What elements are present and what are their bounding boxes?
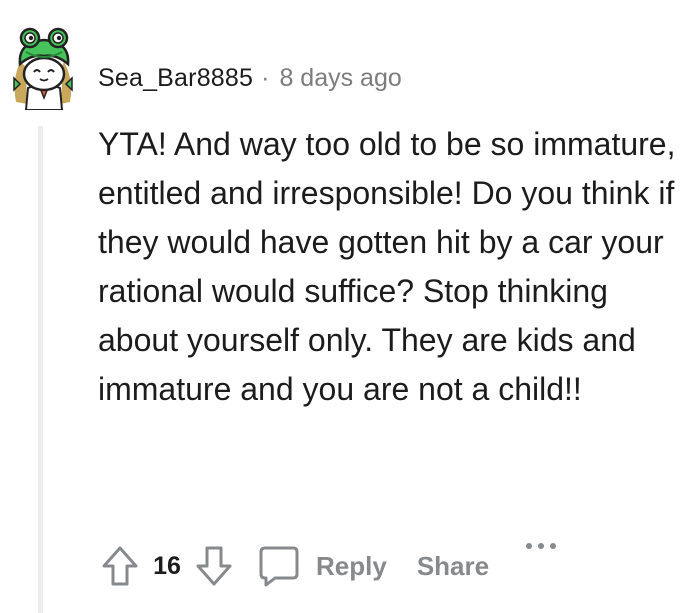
user-avatar[interactable] — [6, 18, 86, 111]
upvote-button[interactable] — [96, 540, 144, 592]
speech-bubble-icon — [256, 543, 302, 589]
thread-collapse-line[interactable] — [38, 126, 43, 613]
comment-action-bar: 16 Reply Share — [96, 540, 561, 592]
vote-score: 16 — [153, 551, 181, 580]
comment-header: Sea_Bar8885 · 8 days ago — [98, 58, 402, 98]
reply-label: Reply — [316, 550, 387, 581]
share-button[interactable]: Share — [417, 551, 489, 582]
ellipsis-icon — [526, 543, 557, 549]
frog-hat-avatar-icon — [13, 27, 73, 111]
reply-button[interactable]: Reply — [256, 543, 387, 589]
comment-body: YTA! And way too old to be so immature, … — [98, 126, 676, 407]
arrow-down-icon — [196, 546, 232, 586]
comment-timestamp[interactable]: 8 days ago — [279, 64, 401, 93]
username-link[interactable]: Sea_Bar8885 — [98, 64, 253, 93]
share-label: Share — [416, 550, 490, 581]
comment: Sea_Bar8885 · 8 days ago YTA! And way to… — [0, 0, 700, 613]
arrow-up-icon — [102, 546, 138, 586]
downvote-button[interactable] — [190, 540, 238, 592]
meta-separator: · — [261, 63, 270, 92]
more-options-button[interactable] — [521, 540, 561, 580]
